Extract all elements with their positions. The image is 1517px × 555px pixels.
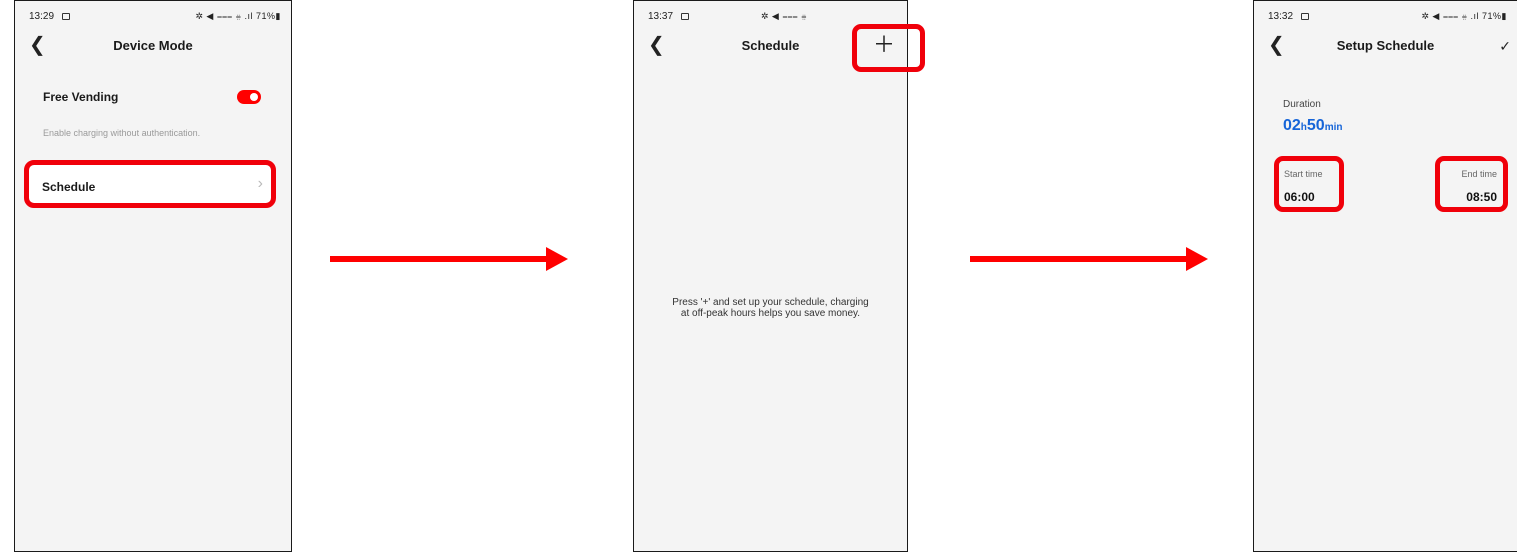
- end-time-label: End time: [1461, 169, 1497, 179]
- chevron-right-icon: ›: [257, 175, 263, 192]
- status-icons: ✲ ◀ ⩶ ⩷ .ıl 71%▮: [195, 11, 281, 21]
- duration-value: 02h50min: [1283, 117, 1342, 135]
- start-time-label: Start time: [1284, 169, 1323, 179]
- page-title: Setup Schedule: [1336, 38, 1435, 53]
- schedule-menu-item[interactable]: Schedule ›: [24, 160, 276, 208]
- device-mode-screen: 13:29 ✲ ◀ ⩶ ⩷ .ıl 71%▮ ❮ Device Mode Fre…: [14, 0, 292, 552]
- empty-state-message: Press '+' and set up your schedule, char…: [634, 297, 907, 319]
- toggle-knob: [250, 93, 258, 101]
- start-time-value: 06:00: [1284, 190, 1315, 204]
- free-vending-row: Free Vending: [43, 89, 261, 107]
- page-title: Device Mode: [113, 38, 193, 53]
- nav-bar: ❮ Device Mode: [15, 33, 291, 59]
- duration-hours: 02: [1283, 117, 1301, 134]
- free-vending-toggle[interactable]: [237, 90, 261, 104]
- arrow-right-icon: [330, 247, 568, 271]
- gallery-notification-icon: [1301, 13, 1309, 20]
- status-time: 13:37: [648, 11, 674, 22]
- add-schedule-highlight: [852, 24, 925, 72]
- schedule-screen: 13:37 ✲ ◀ ⩶ ⩷ ❮ Schedule ＋ Press '+' and…: [633, 0, 908, 552]
- status-bar: 13:37 ✲ ◀ ⩶ ⩷: [648, 11, 897, 25]
- arrow-right-icon: [970, 247, 1208, 271]
- empty-state-line: at off-peak hours helps you save money.: [680, 308, 861, 319]
- status-bar: 13:32 ✲ ◀ ⩶ ⩷ .ıl 71%▮: [1268, 11, 1507, 25]
- duration-label: Duration: [1283, 99, 1321, 110]
- status-time: 13:32: [1268, 11, 1294, 22]
- schedule-label: Schedule: [42, 180, 96, 194]
- start-time-picker[interactable]: Start time 06:00: [1274, 156, 1344, 212]
- free-vending-description: Enable charging without authentication.: [43, 128, 201, 138]
- gallery-notification-icon: [681, 13, 689, 20]
- free-vending-label: Free Vending: [43, 90, 119, 104]
- check-icon[interactable]: ✓: [1499, 35, 1511, 57]
- setup-schedule-screen: 13:32 ✲ ◀ ⩶ ⩷ .ıl 71%▮ ❮ Setup Schedule …: [1253, 0, 1517, 552]
- status-icons: ✲ ◀ ⩶ ⩷: [760, 11, 807, 21]
- status-icons: ✲ ◀ ⩶ ⩷ .ıl 71%▮: [1421, 11, 1507, 21]
- status-bar: 13:29 ✲ ◀ ⩶ ⩷ .ıl 71%▮: [29, 11, 281, 25]
- empty-state-line: Press '+' and set up your schedule, char…: [672, 297, 869, 308]
- duration-minutes-unit: min: [1324, 122, 1343, 133]
- end-time-value: 08:50: [1466, 190, 1497, 204]
- gallery-notification-icon: [62, 13, 70, 20]
- status-time: 13:29: [29, 11, 55, 22]
- nav-bar: ❮ Setup Schedule ✓: [1254, 33, 1517, 59]
- duration-minutes: 50: [1306, 117, 1325, 134]
- end-time-picker[interactable]: End time 08:50: [1435, 156, 1508, 212]
